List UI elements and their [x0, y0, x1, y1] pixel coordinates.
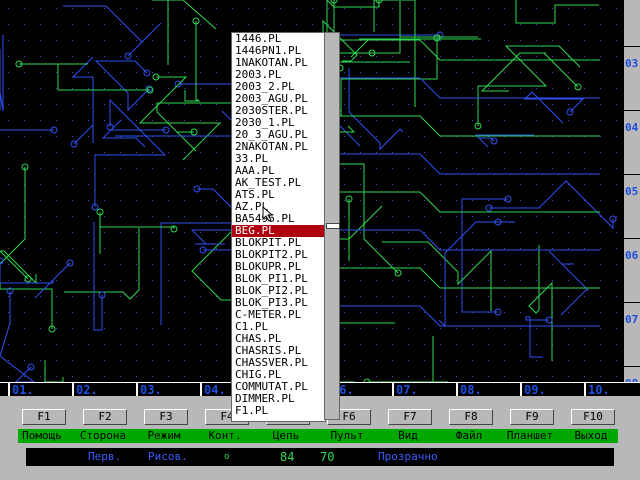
function-key-f8[interactable]: F8	[449, 409, 493, 425]
vertical-ruler-label: 05	[625, 185, 639, 198]
layer-indicator: Перв.	[88, 450, 122, 463]
function-key-label: Конт.	[208, 429, 242, 442]
transparency-indicator: Прозрачно	[378, 450, 438, 463]
horizontal-ruler-tick: 08.	[456, 383, 520, 397]
snap-dot-icon: o	[224, 452, 230, 462]
function-key-label: Помощь	[22, 429, 62, 442]
coord-y: 70	[320, 450, 335, 464]
vertical-ruler: 030405060708	[624, 0, 640, 390]
horizontal-ruler-label: 08.	[460, 383, 482, 397]
vertical-ruler-tick: 03	[624, 46, 640, 110]
file-list[interactable]: 1446.PL 1446PN1.PL 1NAKOTAN.PL 2003.PL 2003_…	[231, 32, 326, 422]
horizontal-ruler-label: 10.	[588, 383, 610, 397]
vertical-ruler-label: 03	[625, 57, 639, 70]
vertical-ruler-label: 07	[625, 313, 639, 326]
function-key-f3[interactable]: F3	[144, 409, 188, 425]
vertical-ruler-tick: 04	[624, 110, 640, 174]
function-key-f1[interactable]: F1	[22, 409, 66, 425]
coord-x: 84	[280, 450, 295, 464]
horizontal-ruler-label: 09.	[524, 383, 546, 397]
mouse-cursor-icon	[262, 206, 274, 222]
function-key-label: Файл	[455, 429, 483, 442]
horizontal-ruler-label: 04.	[204, 383, 226, 397]
vertical-ruler-tick: 07	[624, 302, 640, 366]
function-key-label: Сторона	[79, 429, 127, 442]
horizontal-ruler-label: 03.	[140, 383, 162, 397]
function-key-labels: Помощь Сторона Режим Конт. Цепь Пульт Вид Файл П…	[18, 429, 618, 443]
function-key-f2[interactable]: F2	[83, 409, 127, 425]
horizontal-ruler-tick: 07.	[392, 383, 456, 397]
scrollbar-thumb[interactable]	[326, 223, 340, 229]
function-key-label: Режим	[147, 429, 181, 442]
function-key-label: Выход	[574, 429, 608, 442]
status-bar: Перв. Рисов. o 84 70 Прозрачно	[26, 448, 614, 466]
horizontal-ruler-tick: 09.	[520, 383, 584, 397]
function-key-f9[interactable]: F9	[510, 409, 554, 425]
vertical-ruler-tick: 06	[624, 238, 640, 302]
horizontal-ruler-label: 01.	[12, 383, 34, 397]
function-key-f7[interactable]: F7	[388, 409, 432, 425]
file-list-scrollbar[interactable]	[324, 32, 340, 420]
horizontal-ruler-tick: 10.	[584, 383, 640, 397]
function-key-label: Планшет	[506, 429, 554, 442]
function-key-label: Цепь	[272, 429, 300, 442]
vertical-ruler-tick: 05	[624, 174, 640, 238]
horizontal-ruler-label: 02.	[76, 383, 98, 397]
vertical-ruler-label: 06	[625, 249, 639, 262]
horizontal-ruler-tick: 01.	[8, 383, 72, 397]
vertical-ruler-label: 04	[625, 121, 639, 134]
horizontal-ruler-tick: 02.	[72, 383, 136, 397]
mode-indicator: Рисов.	[148, 450, 188, 463]
file-list-item[interactable]: F1.PL	[232, 405, 325, 417]
horizontal-ruler-tick: 03.	[136, 383, 200, 397]
function-key-f10[interactable]: F10	[571, 409, 615, 425]
function-key-label: Пульт	[330, 429, 364, 442]
function-key-label: Вид	[398, 429, 418, 442]
horizontal-ruler-label: 07.	[396, 383, 418, 397]
